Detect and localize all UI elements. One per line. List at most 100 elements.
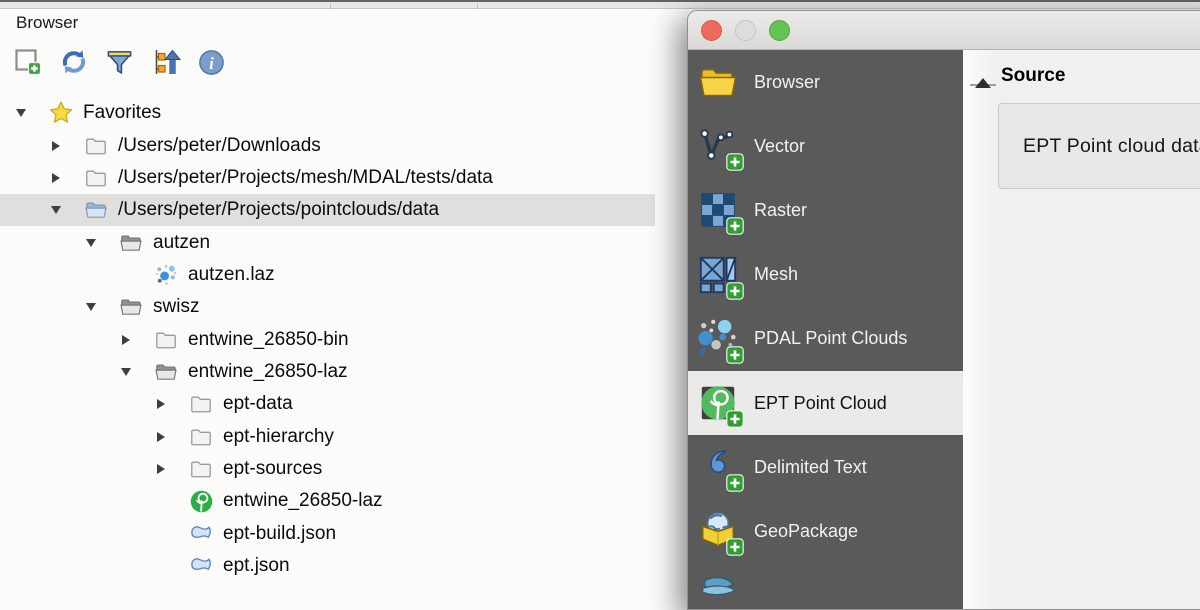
sidebar-item-mesh[interactable]: Mesh <box>688 243 963 307</box>
source-groupbox: EPT Point cloud dataset <box>998 103 1200 189</box>
chevron-right-icon[interactable] <box>52 141 60 151</box>
add-favorite-button[interactable] <box>12 48 43 79</box>
tree-row-autzen-laz[interactable]: autzen.laz <box>0 259 655 291</box>
collapse-all-button[interactable] <box>150 48 181 79</box>
tree-row-entwine-26850-bin[interactable]: entwine_26850-bin <box>0 323 655 355</box>
tree-item-label: ept-build.json <box>223 523 336 545</box>
sb-raster-icon <box>695 187 741 233</box>
tree-row-swisz[interactable]: swisz <box>0 291 655 323</box>
tree-row-ept-hierarchy[interactable]: ept-hierarchy <box>0 420 655 452</box>
source-value-label: EPT Point cloud dataset <box>1023 135 1200 158</box>
folder-icon <box>83 165 109 191</box>
sb-browser-icon <box>695 59 741 105</box>
browser-panel: Browser i Favorites/Users/peter/Download… <box>0 9 686 581</box>
sidebar-item-browser[interactable]: Browser <box>688 50 963 114</box>
chevron-right-icon[interactable] <box>52 173 60 183</box>
traffic-lights <box>701 20 790 41</box>
tree-row-users-peter-projects-pointclouds-data[interactable]: /Users/peter/Projects/pointclouds/data <box>0 194 655 226</box>
sb-vector-icon <box>695 123 741 169</box>
tree-row-entwine-26850-laz[interactable]: entwine_26850-laz <box>0 356 655 388</box>
sidebar-item-ept-point-cloud[interactable]: EPT Point Cloud <box>688 371 963 435</box>
browser-toolbar: i <box>12 48 227 79</box>
tree-item-label: entwine_26850-laz <box>223 490 383 512</box>
chevron-down-icon[interactable] <box>86 303 96 311</box>
sidebar-item-pdal-point-clouds[interactable]: PDAL Point Clouds <box>688 307 963 371</box>
folder-open-icon <box>118 294 144 320</box>
tb-collapse-icon <box>151 47 181 80</box>
tree-row-autzen[interactable]: autzen <box>0 226 655 258</box>
provider-sidebar: Browser Vector Raster Mesh PDAL Point Clouds… <box>688 50 963 609</box>
sidebar-item-delimited-text[interactable]: Delimited Text <box>688 435 963 499</box>
sidebar-item-label: PDAL Point Clouds <box>754 328 907 349</box>
tree-item-label: autzen.laz <box>188 264 275 286</box>
folder-icon <box>188 456 214 482</box>
tb-add-favorite-icon <box>13 47 43 80</box>
dialog-titlebar[interactable] <box>688 11 1200 50</box>
minimize-button[interactable] <box>735 20 756 41</box>
sb-pdal-icon <box>695 316 741 362</box>
tree-row-users-peter-downloads[interactable]: /Users/peter/Downloads <box>0 129 655 161</box>
chevron-down-icon[interactable] <box>51 206 61 214</box>
add-plus-badge-icon <box>726 410 744 428</box>
folder-open-blue-icon <box>83 197 109 223</box>
sb-delimited-icon <box>695 444 741 490</box>
sidebar-item-raster[interactable]: Raster <box>688 178 963 242</box>
data-source-manager-dialog: Browser Vector Raster Mesh PDAL Point Clouds… <box>687 10 1200 610</box>
folder-icon <box>188 391 214 417</box>
add-plus-badge-icon <box>726 538 744 556</box>
tree-row-ept-build-json[interactable]: ept-build.json <box>0 517 655 549</box>
sidebar-item-label: GeoPackage <box>754 521 858 542</box>
tree-item-label: ept.json <box>223 555 290 577</box>
sidebar-item-label: Delimited Text <box>754 457 867 478</box>
sidebar-item-label: Browser <box>754 72 820 93</box>
tree-row-users-peter-projects-mesh-mdal-tests-data[interactable]: /Users/peter/Projects/mesh/MDAL/tests/da… <box>0 162 655 194</box>
tree-row-ept-json[interactable]: ept.json <box>0 550 655 582</box>
add-plus-badge-icon <box>726 153 744 171</box>
dialog-content: Source EPT Point cloud dataset <box>963 50 1200 609</box>
tree-item-label: ept-hierarchy <box>223 426 334 448</box>
sb-partial-icon <box>695 573 741 609</box>
entwine-icon <box>188 488 214 514</box>
folder-icon <box>83 133 109 159</box>
sidebar-item-geopackage[interactable]: GeoPackage <box>688 499 963 563</box>
sb-ept-icon <box>695 380 741 426</box>
sidebar-item-vector[interactable]: Vector <box>688 114 963 178</box>
tb-refresh-icon <box>59 47 89 80</box>
source-section-header: Source <box>1001 65 1065 87</box>
zoom-button[interactable] <box>769 20 790 41</box>
chevron-down-icon[interactable] <box>121 368 131 376</box>
scroll-up-icon <box>975 63 991 88</box>
tree-row-ept-sources[interactable]: ept-sources <box>0 453 655 485</box>
chevron-right-icon[interactable] <box>157 464 165 474</box>
add-plus-badge-icon <box>726 282 744 300</box>
tree-item-label: ept-sources <box>223 458 322 480</box>
properties-button[interactable]: i <box>196 48 227 79</box>
tree-row-ept-data[interactable]: ept-data <box>0 388 655 420</box>
refresh-button[interactable] <box>58 48 89 79</box>
close-button[interactable] <box>701 20 722 41</box>
pointcloud-icon <box>153 262 179 288</box>
tree-item-label: /Users/peter/Projects/mesh/MDAL/tests/da… <box>118 167 493 189</box>
tree-item-label: entwine_26850-bin <box>188 329 349 351</box>
sidebar-item-partial[interactable] <box>688 564 963 610</box>
folder-icon <box>188 424 214 450</box>
tree-row-favorites[interactable]: Favorites <box>0 97 655 129</box>
scroll-up-button[interactable] <box>970 62 996 86</box>
browser-panel-title: Browser <box>16 13 78 33</box>
chevron-right-icon[interactable] <box>157 432 165 442</box>
chevron-down-icon[interactable] <box>86 239 96 247</box>
sidebar-item-label: Vector <box>754 136 805 157</box>
tree-item-label: entwine_26850-laz <box>188 361 348 383</box>
chevron-down-icon[interactable] <box>16 109 26 117</box>
sidebar-item-label: EPT Point Cloud <box>754 393 887 414</box>
filter-browser-button[interactable] <box>104 48 135 79</box>
add-plus-badge-icon <box>726 346 744 364</box>
chevron-right-icon[interactable] <box>157 399 165 409</box>
tree-item-label: Favorites <box>83 102 161 124</box>
sidebar-item-label: Raster <box>754 200 807 221</box>
tb-properties-icon: i <box>197 48 226 80</box>
chevron-right-icon[interactable] <box>122 335 130 345</box>
sb-mesh-icon <box>695 252 741 298</box>
geometry-icon <box>188 553 214 579</box>
tree-row-entwine-26850-laz[interactable]: entwine_26850-laz <box>0 485 655 517</box>
